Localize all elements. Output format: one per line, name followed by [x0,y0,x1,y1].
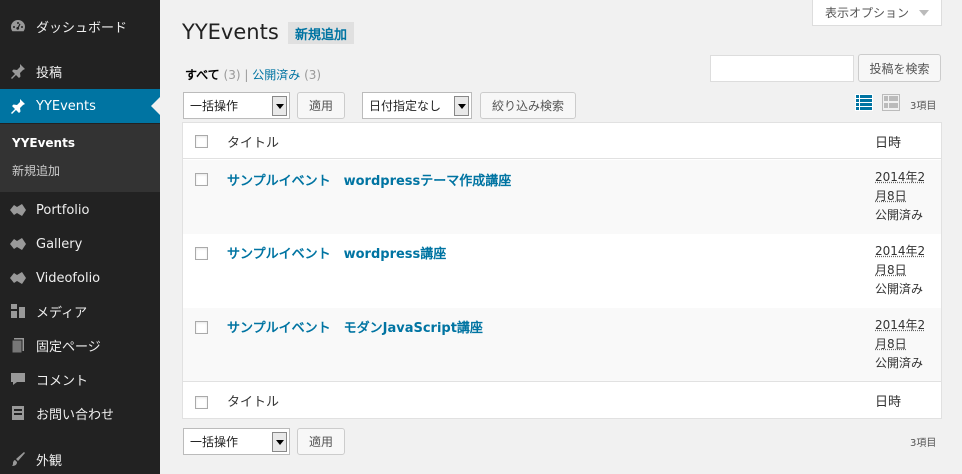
apply-button-bottom[interactable]: 適用 [297,428,345,455]
plugin-icon [0,235,36,253]
menu-comments-label: コメント [36,370,88,389]
select-all-checkbox-footer[interactable] [195,396,208,409]
menu-videofolio[interactable]: Videofolio [0,261,160,295]
row-checkbox[interactable] [195,247,208,260]
items-count-top: 3項目 [910,97,936,112]
table-footer-row: タイトル 日時 [183,383,941,419]
posts-table: タイトル 日時 サンプルイベント wordpressテーマ作成講座 2014年2… [182,122,942,419]
filter-published-count: (3) [304,68,321,82]
comment-icon [0,370,36,388]
bulk-action-select[interactable]: 一括操作 [183,92,290,119]
date-line-2: 月8日 [875,261,925,280]
column-title-footer[interactable]: タイトル [227,391,279,410]
menu-contact-label: お問い合わせ [36,404,114,423]
menu-posts[interactable]: 投稿 [0,54,160,88]
table-header-row: タイトル 日時 [183,123,941,159]
admin-sidebar: ダッシュボード 投稿 YYEvents YYEvents 新規追加 Portfo… [0,0,160,474]
filter-all-link[interactable]: すべて [185,68,220,82]
column-title-header[interactable]: タイトル [227,132,279,151]
dropdown-arrow-icon [272,96,287,116]
dropdown-arrow-icon [454,96,469,116]
date-line-1: 2014年2 [875,316,925,335]
pages-icon [0,336,36,354]
menu-dashboard[interactable]: ダッシュボード [0,9,160,43]
menu-appearance-label: 外観 [36,450,62,469]
date-line-2: 月8日 [875,335,925,354]
menu-comments[interactable]: コメント [0,362,160,396]
table-row: サンプルイベント wordpress講座 2014年2 月8日 公開済み [183,234,941,308]
pin-icon [0,97,36,115]
pin-icon [0,62,36,80]
menu-yyevents[interactable]: YYEvents [0,89,160,123]
current-menu-arrow [151,97,160,115]
yyevents-submenu: YYEvents 新規追加 [0,124,160,192]
add-new-button[interactable]: 新規追加 [288,22,354,44]
items-count-bottom: 3項目 [910,434,936,449]
menu-gallery[interactable]: Gallery [0,227,160,261]
date-line-2: 月8日 [875,187,925,206]
menu-portfolio[interactable]: Portfolio [0,193,160,227]
menu-media[interactable]: メディア [0,294,160,328]
row-checkbox[interactable] [195,321,208,334]
screen-options-label: 表示オプション [825,4,909,21]
date-filter-value: 日付指定なし [369,97,441,114]
page-title: YYEvents [182,20,279,44]
table-row: サンプルイベント モダンJavaScript講座 2014年2 月8日 公開済み [183,308,941,382]
filter-button[interactable]: 絞り込み検索 [480,92,576,119]
date-line-1: 2014年2 [875,168,925,187]
row-checkbox[interactable] [195,173,208,186]
menu-yyevents-label: YYEvents [36,99,96,114]
menu-pages[interactable]: 固定ページ [0,328,160,362]
dashboard-icon [0,17,36,35]
dropdown-arrow-icon [272,432,287,452]
menu-media-label: メディア [36,302,87,321]
date-cell: 2014年2 月8日 公開済み [875,168,925,225]
submenu-add-new[interactable]: 新規追加 [12,162,60,179]
post-status: 公開済み [875,354,925,373]
filter-separator: | [244,68,248,82]
select-all-checkbox[interactable] [195,135,208,148]
filter-all-count: (3) [224,68,241,82]
filter-published-link[interactable]: 公開済み [252,68,300,82]
date-cell: 2014年2 月8日 公開済み [875,242,925,299]
date-filter-select[interactable]: 日付指定なし [362,92,472,119]
excerpt-view-icon[interactable] [882,94,900,111]
menu-posts-label: 投稿 [36,62,62,81]
date-line-1: 2014年2 [875,242,925,261]
bulk-action-value: 一括操作 [190,97,238,114]
column-date-footer[interactable]: 日時 [875,391,901,410]
submenu-all-yyevents[interactable]: YYEvents [12,136,75,150]
triangle-down-icon [919,10,929,16]
post-title-link[interactable]: サンプルイベント wordpressテーマ作成講座 [227,170,511,189]
status-filter-links: すべて (3) | 公開済み (3) [185,66,321,83]
form-icon [0,404,36,422]
list-view-icon[interactable] [855,94,873,111]
menu-contact[interactable]: お問い合わせ [0,396,160,430]
brush-icon [0,450,36,468]
search-button[interactable]: 投稿を検索 [858,54,941,82]
post-status: 公開済み [875,206,925,225]
column-date-header[interactable]: 日時 [875,132,901,151]
apply-button[interactable]: 適用 [297,92,345,119]
menu-videofolio-label: Videofolio [36,271,100,286]
table-row: サンプルイベント wordpressテーマ作成講座 2014年2 月8日 公開済… [183,160,941,234]
post-title-link[interactable]: サンプルイベント wordpress講座 [227,243,446,262]
media-icon [0,302,36,320]
menu-portfolio-label: Portfolio [36,203,89,218]
post-title-link[interactable]: サンプルイベント モダンJavaScript講座 [227,317,483,336]
menu-gallery-label: Gallery [36,237,82,252]
menu-appearance[interactable]: 外観 [0,442,160,474]
bulk-action-select-bottom[interactable]: 一括操作 [183,428,290,455]
search-input[interactable] [710,55,854,82]
menu-dashboard-label: ダッシュボード [36,17,127,36]
menu-pages-label: 固定ページ [36,336,101,355]
date-cell: 2014年2 月8日 公開済み [875,316,925,373]
bulk-action-value: 一括操作 [190,433,238,450]
screen-options-button[interactable]: 表示オプション [812,0,942,26]
plugin-icon [0,201,36,219]
plugin-icon [0,269,36,287]
post-status: 公開済み [875,280,925,299]
